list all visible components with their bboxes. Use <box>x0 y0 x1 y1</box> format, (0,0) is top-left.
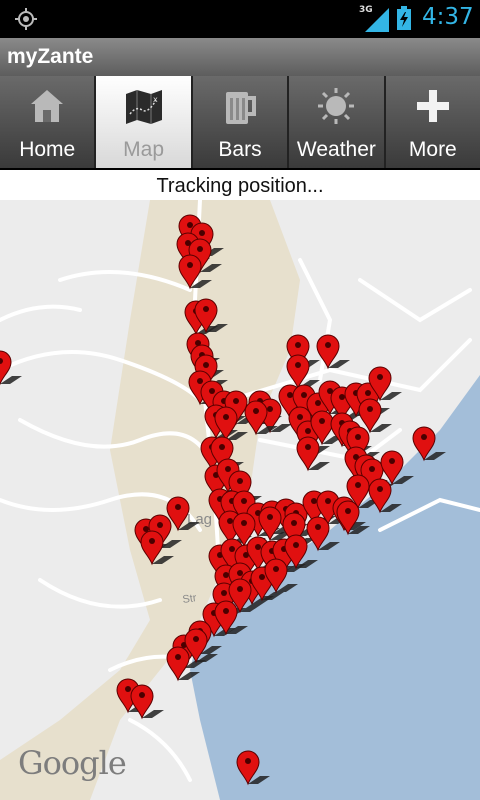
tab-map-label: Map <box>123 138 165 161</box>
clock: 4:37 <box>422 4 474 30</box>
home-icon <box>31 90 64 122</box>
tab-bar: Home x Map Bars Weather More <box>0 76 480 168</box>
app-title: myZante <box>7 45 94 68</box>
tab-weather[interactable]: Weather <box>289 76 384 168</box>
plus-icon <box>416 90 449 122</box>
google-attribution: Google <box>18 744 127 782</box>
battery-charging-icon <box>397 6 411 30</box>
beer-mug-icon <box>226 92 257 124</box>
tracking-status-text: Tracking position... <box>156 175 324 197</box>
map-marker-pin-icon[interactable] <box>358 398 392 434</box>
tab-more-label: More <box>408 138 457 161</box>
tab-map[interactable]: x Map <box>96 76 191 168</box>
tab-bars[interactable]: Bars <box>192 76 288 168</box>
tracking-status-bar: Tracking position... <box>0 170 480 200</box>
status-bar: 3G 4:37 <box>0 0 480 38</box>
tab-home-label: Home <box>19 138 76 161</box>
map-marker-pin-icon[interactable] <box>0 350 22 386</box>
tab-home[interactable]: Home <box>0 76 95 168</box>
map-marker-pin-icon[interactable] <box>130 684 164 720</box>
map-icon: x <box>125 90 162 124</box>
svg-text:x: x <box>153 95 158 104</box>
tab-bars-label: Bars <box>218 138 262 161</box>
gps-icon <box>15 8 37 30</box>
map-label-str: Str <box>182 592 198 606</box>
map-canvas[interactable]: Lag Str <box>0 200 480 800</box>
signal-icon <box>365 8 389 32</box>
map-view[interactable]: Lag Str Google <box>0 200 480 800</box>
tab-more[interactable]: More <box>385 76 480 168</box>
sun-icon <box>318 88 355 124</box>
tab-weather-label: Weather <box>296 138 376 161</box>
title-bar: myZante <box>0 38 480 77</box>
